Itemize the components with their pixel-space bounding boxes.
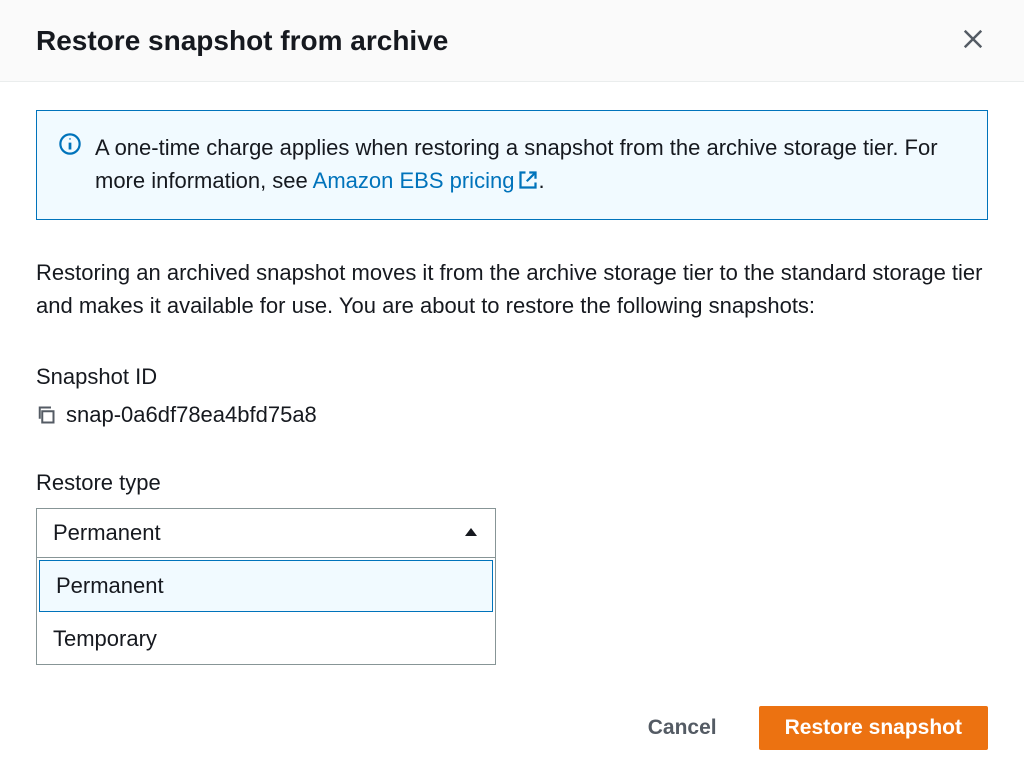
restore-type-select[interactable]: Permanent <box>36 508 496 558</box>
description-text: Restoring an archived snapshot moves it … <box>36 256 988 322</box>
restore-type-dropdown: Permanent Temporary <box>36 558 496 665</box>
snapshot-id-label: Snapshot ID <box>36 364 988 390</box>
restore-type-section: Restore type Permanent Permanent Tempora… <box>36 470 988 558</box>
caret-up-icon <box>463 520 479 546</box>
modal-header: Restore snapshot from archive <box>0 0 1024 82</box>
modal-footer: Cancel Restore snapshot <box>622 706 988 750</box>
info-text-suffix: . <box>538 168 544 193</box>
info-icon <box>59 133 81 155</box>
snapshot-id-section: Snapshot ID snap-0a6df78ea4bfd75a8 <box>36 364 988 428</box>
external-link-icon <box>518 166 538 199</box>
option-permanent[interactable]: Permanent <box>39 560 493 612</box>
close-icon <box>962 28 984 53</box>
modal-title: Restore snapshot from archive <box>36 25 448 57</box>
modal-body: A one-time charge applies when restoring… <box>0 82 1024 770</box>
info-text: A one-time charge applies when restoring… <box>95 131 965 199</box>
link-label: Amazon EBS pricing <box>313 168 515 193</box>
option-temporary[interactable]: Temporary <box>37 614 495 664</box>
restore-type-select-wrapper: Permanent Permanent Temporary <box>36 508 496 558</box>
snapshot-id-value: snap-0a6df78ea4bfd75a8 <box>66 402 317 428</box>
copy-icon[interactable] <box>36 405 56 425</box>
cancel-button[interactable]: Cancel <box>622 706 743 750</box>
restore-type-label: Restore type <box>36 470 988 496</box>
snapshot-id-row: snap-0a6df78ea4bfd75a8 <box>36 402 988 428</box>
close-button[interactable] <box>958 24 988 57</box>
restore-snapshot-button[interactable]: Restore snapshot <box>759 706 988 750</box>
ebs-pricing-link[interactable]: Amazon EBS pricing <box>313 168 539 193</box>
select-value: Permanent <box>53 520 161 546</box>
info-alert: A one-time charge applies when restoring… <box>36 110 988 220</box>
restore-snapshot-modal: Restore snapshot from archive A one-time… <box>0 0 1024 770</box>
